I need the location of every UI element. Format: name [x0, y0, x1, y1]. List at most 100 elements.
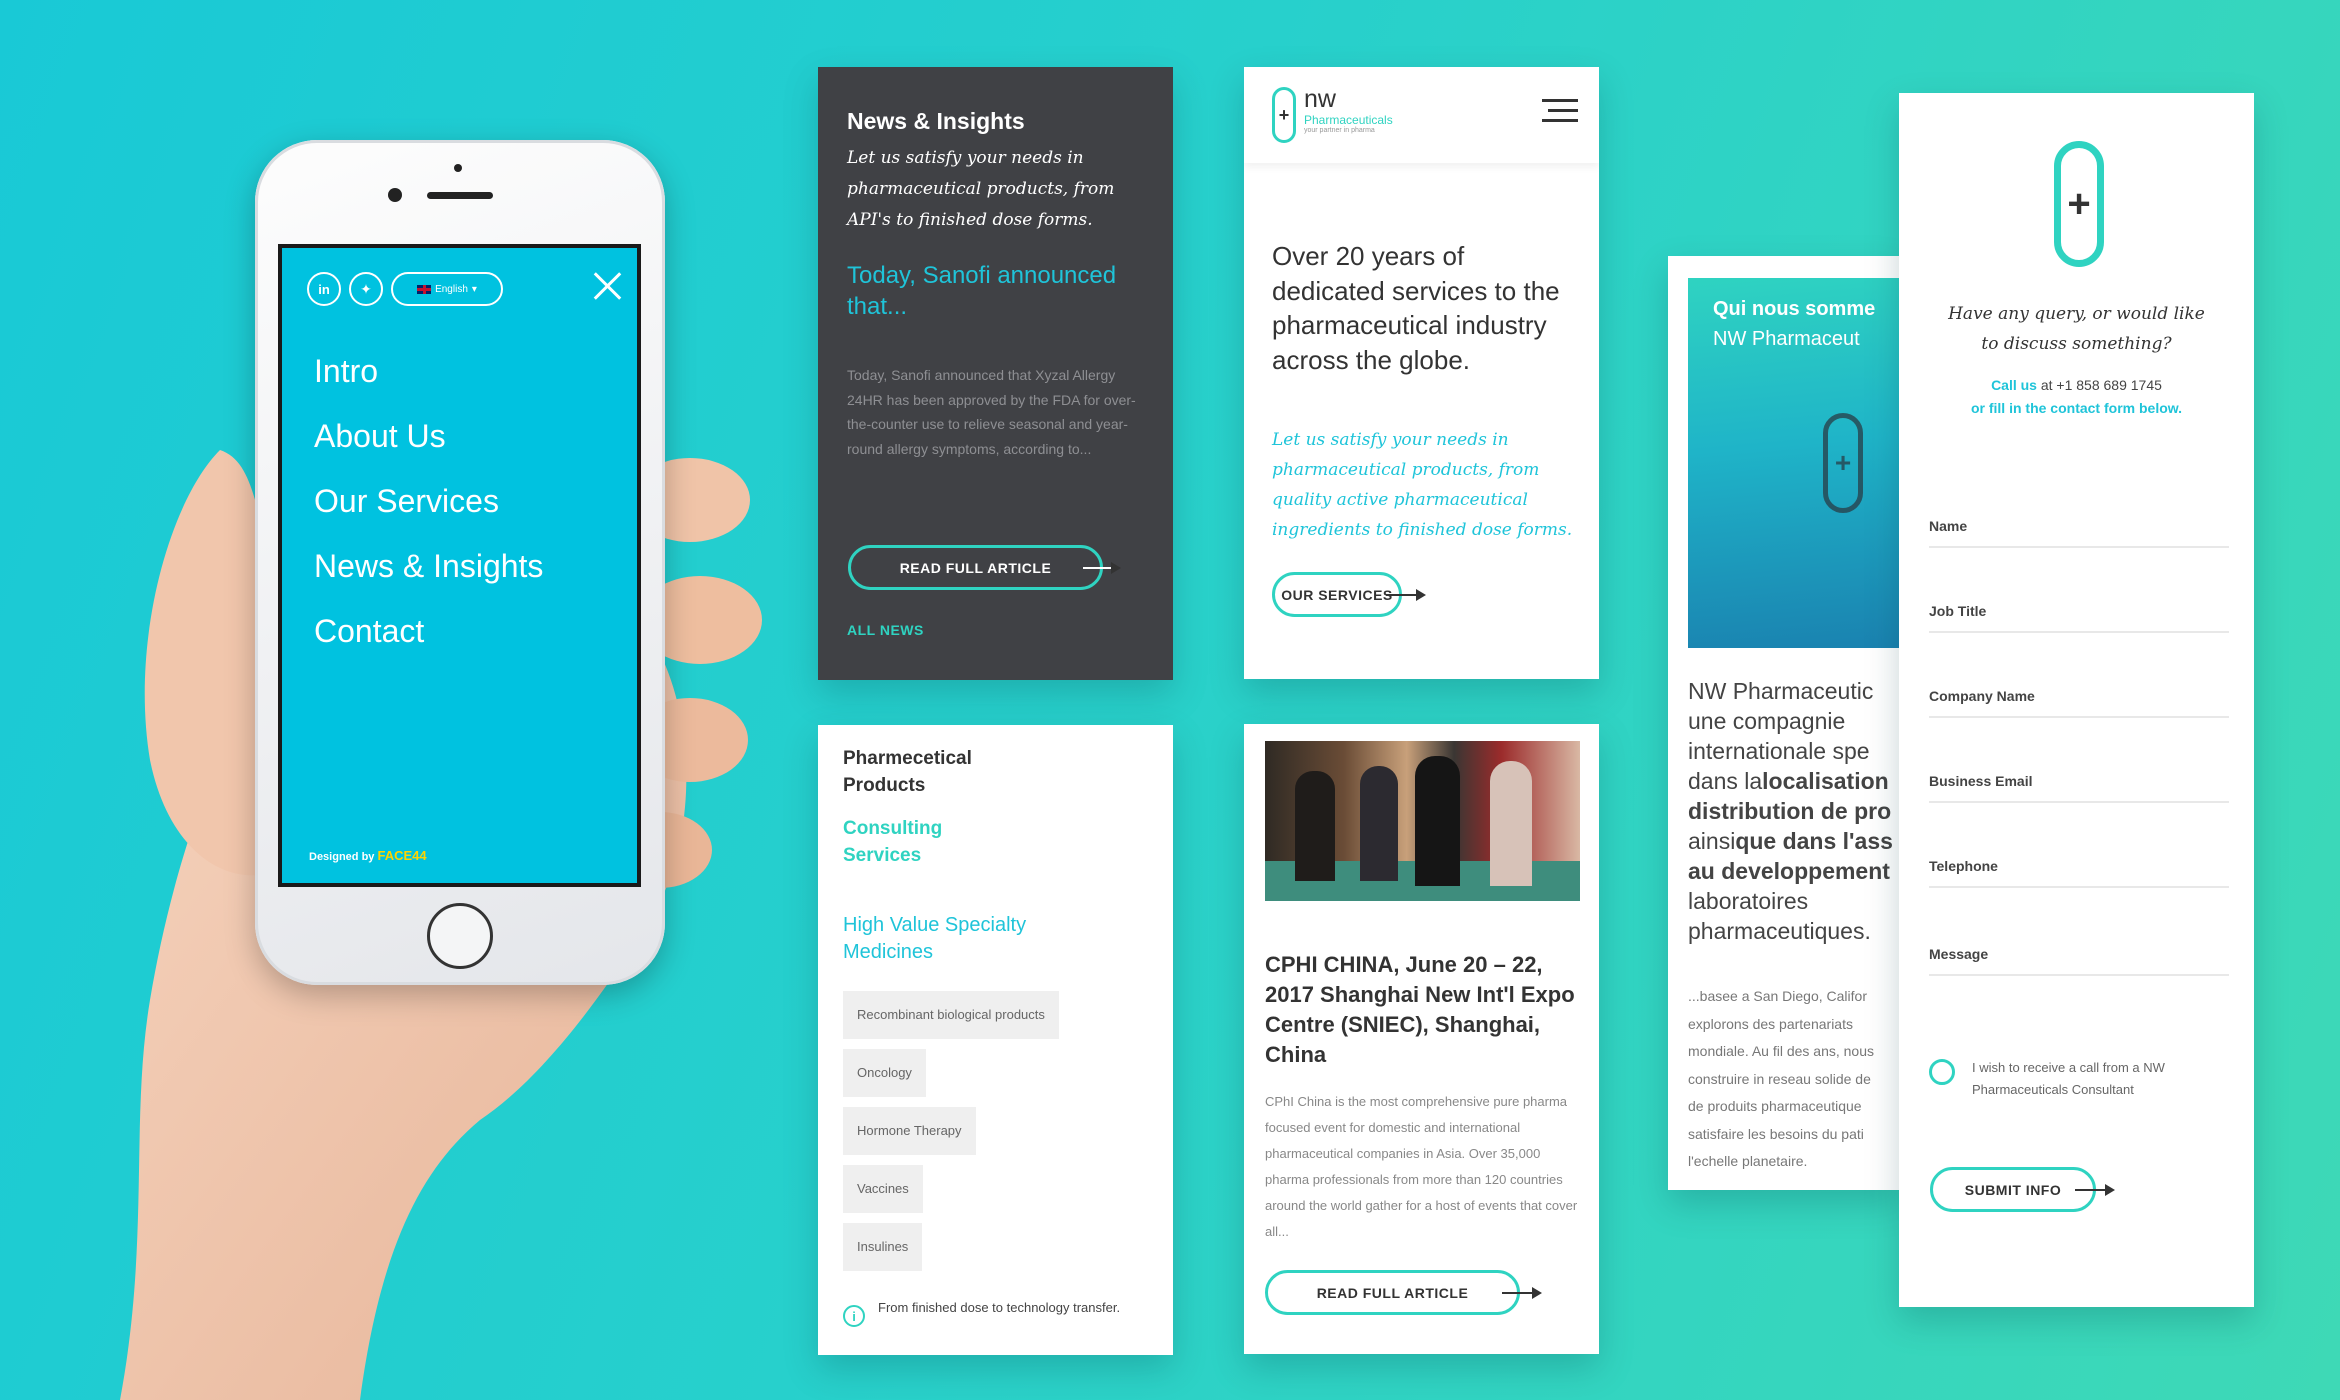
fr-line: dans lalocalisation	[1688, 766, 1900, 796]
french-about-card: Qui nous somme NW Pharmaceut + NW Pharma…	[1668, 256, 1900, 1190]
fr-line: distribution de pro	[1688, 798, 1892, 824]
our-services-label: OUR SERVICES	[1281, 586, 1393, 603]
hand-holding-phone: in ✦ English ▾ Intro About Us Our Servic…	[0, 0, 780, 1400]
fr-line: au developpement	[1688, 858, 1890, 884]
fr-body-line: explorons des partenariats	[1688, 1015, 1853, 1032]
arrow-right-icon	[1083, 562, 1121, 574]
job-title-field[interactable]: Job Title	[1929, 599, 2229, 633]
logo-tagline: your partner in pharma	[1304, 127, 1375, 134]
contact-card: + Have any query, or would like to discu…	[1899, 93, 2254, 1307]
menu-our-services[interactable]: Our Services	[314, 483, 499, 520]
uk-flag-icon	[417, 284, 432, 294]
fr-span: dans la	[1688, 768, 1763, 794]
home-heading: Over 20 years of dedicated services to t…	[1272, 241, 1560, 375]
phone-speaker	[427, 192, 493, 199]
fr-line: ainsique dans l'ass	[1688, 826, 1900, 856]
tag-hormone-therapy[interactable]: Hormone Therapy	[843, 1107, 976, 1155]
linkedin-icon[interactable]: in	[307, 272, 341, 306]
home-intro: Let us satisfy your needs in pharmaceuti…	[1272, 430, 1573, 540]
menu-intro[interactable]: Intro	[314, 353, 378, 390]
french-body: ...basee a San Diego, Califor explorons …	[1688, 983, 1900, 1176]
hero-banner: Qui nous somme NW Pharmaceut +	[1688, 278, 1900, 648]
fr-line: pharmaceutiques.	[1688, 918, 1871, 944]
fr-bold: localisation	[1762, 768, 1889, 794]
business-email-field[interactable]: Business Email	[1929, 769, 2229, 803]
fr-body-line: construire in reseau solide de	[1688, 1070, 1871, 1087]
fr-span: ainsi	[1688, 828, 1736, 854]
consent-radio[interactable]	[1929, 1059, 1955, 1085]
close-icon[interactable]	[588, 266, 628, 306]
tag-insulines[interactable]: Insulines	[843, 1223, 923, 1271]
fr-line: NW Pharmaceutic	[1688, 678, 1874, 704]
call-us-link[interactable]: Call us	[1991, 377, 2037, 393]
phone-screen: in ✦ English ▾ Intro About Us Our Servic…	[278, 244, 641, 887]
fr-body-line: mondiale. Au fil des ans, nous	[1688, 1043, 1875, 1059]
menu-news-insights[interactable]: News & Insights	[314, 548, 543, 585]
tag-vaccines[interactable]: Vaccines	[843, 1165, 923, 1213]
nw-logo-icon[interactable]: +	[1272, 87, 1296, 143]
consent-label: I wish to receive a call from a NW Pharm…	[1972, 1060, 2165, 1097]
nav-pharma-products[interactable]: Pharmecetical Products	[843, 745, 1043, 799]
contact-form-link[interactable]: or fill in the contact form below.	[1919, 400, 2234, 416]
menu-about-us[interactable]: About Us	[314, 418, 446, 455]
arrow-right-icon	[2075, 1184, 2115, 1196]
all-news-link[interactable]: ALL NEWS	[847, 622, 924, 638]
phone-front-camera	[388, 188, 402, 202]
hero-title-line2: NW Pharmaceut	[1713, 328, 1860, 350]
hamburger-menu-icon[interactable]	[1542, 99, 1578, 123]
tag-recombinant[interactable]: Recombinant biological products	[843, 991, 1059, 1039]
products-card: Pharmecetical Products Consulting Servic…	[818, 725, 1173, 1355]
language-selector[interactable]: English ▾	[391, 272, 503, 306]
message-field[interactable]: Message	[1929, 942, 2229, 976]
nav-consulting-services[interactable]: Consulting Services	[843, 815, 1013, 869]
info-note: From finished dose to technology transfe…	[878, 1300, 1121, 1315]
news-intro: Let us satisfy your needs in pharmaceuti…	[847, 148, 1115, 230]
phone-number: at +1 858 689 1745	[2036, 377, 2162, 393]
nw-logo-icon: +	[2054, 141, 2104, 267]
name-field[interactable]: Name	[1929, 514, 2229, 548]
company-name-field[interactable]: Company Name	[1929, 684, 2229, 718]
news-heading: News & Insights	[847, 108, 1025, 134]
logo-watermark-icon: +	[1823, 413, 1863, 513]
telephone-field[interactable]: Telephone	[1929, 854, 2229, 888]
designed-by: Designed by FACE44	[309, 848, 427, 863]
event-card: CPHI CHINA, June 20 – 22, 2017 Shanghai …	[1244, 724, 1599, 1354]
phone-camera	[454, 164, 462, 172]
fr-body-line: l'echelle planetaire.	[1688, 1153, 1808, 1169]
news-insights-card: News & Insights Let us satisfy your need…	[818, 67, 1173, 680]
read-full-article-button[interactable]: READ FULL ARTICLE	[848, 545, 1103, 590]
event-title[interactable]: CPHI CHINA, June 20 – 22, 2017 Shanghai …	[1265, 950, 1575, 1070]
hero-title-line1: Qui nous somme	[1713, 298, 1876, 320]
contact-phone: Call us at +1 858 689 1745	[1919, 377, 2234, 393]
phone-frame: in ✦ English ▾ Intro About Us Our Servic…	[255, 140, 665, 985]
menu-contact[interactable]: Contact	[314, 613, 424, 650]
fr-line: une compagnie	[1688, 708, 1846, 734]
logo-nw[interactable]: nw	[1304, 85, 1336, 114]
submit-info-button[interactable]: SUBMIT INFO	[1930, 1167, 2096, 1212]
nav-high-value-medicines[interactable]: High Value Specialty Medicines	[843, 912, 1113, 966]
designed-by-prefix: Designed by	[309, 851, 375, 863]
twitter-icon[interactable]: ✦	[349, 272, 383, 306]
fr-body-line: ...basee a San Diego, Califor	[1688, 988, 1867, 1004]
our-services-button[interactable]: OUR SERVICES	[1272, 572, 1402, 617]
face44-logo[interactable]: FACE44	[377, 848, 426, 863]
logo-pharmaceuticals: Pharmaceuticals	[1304, 113, 1393, 127]
read-full-article-button[interactable]: READ FULL ARTICLE	[1265, 1270, 1520, 1315]
fr-line: internationale spe	[1688, 738, 1870, 764]
info-icon: i	[843, 1305, 865, 1327]
submit-info-label: SUBMIT INFO	[1964, 1181, 2062, 1198]
fr-body-line: de produits pharmaceutique	[1688, 1098, 1862, 1114]
event-photo	[1265, 741, 1580, 901]
home-card: + nw Pharmaceuticals your partner in pha…	[1244, 67, 1599, 679]
read-full-article-label: READ FULL ARTICLE	[899, 559, 1052, 576]
home-button[interactable]	[427, 903, 493, 969]
arrow-right-icon	[1386, 589, 1426, 601]
read-full-article-label: READ FULL ARTICLE	[1316, 1284, 1469, 1301]
chevron-down-icon: ▾	[471, 283, 477, 295]
arrow-right-icon	[1502, 1287, 1542, 1299]
event-body: CPhI China is the most comprehensive pur…	[1265, 1094, 1578, 1239]
news-headline[interactable]: Today, Sanofi announced that...	[847, 260, 1147, 322]
news-body: Today, Sanofi announced that Xyzal Aller…	[847, 367, 1136, 457]
french-paragraph: NW Pharmaceutic une compagnie internatio…	[1688, 676, 1900, 946]
tag-oncology[interactable]: Oncology	[843, 1049, 926, 1097]
